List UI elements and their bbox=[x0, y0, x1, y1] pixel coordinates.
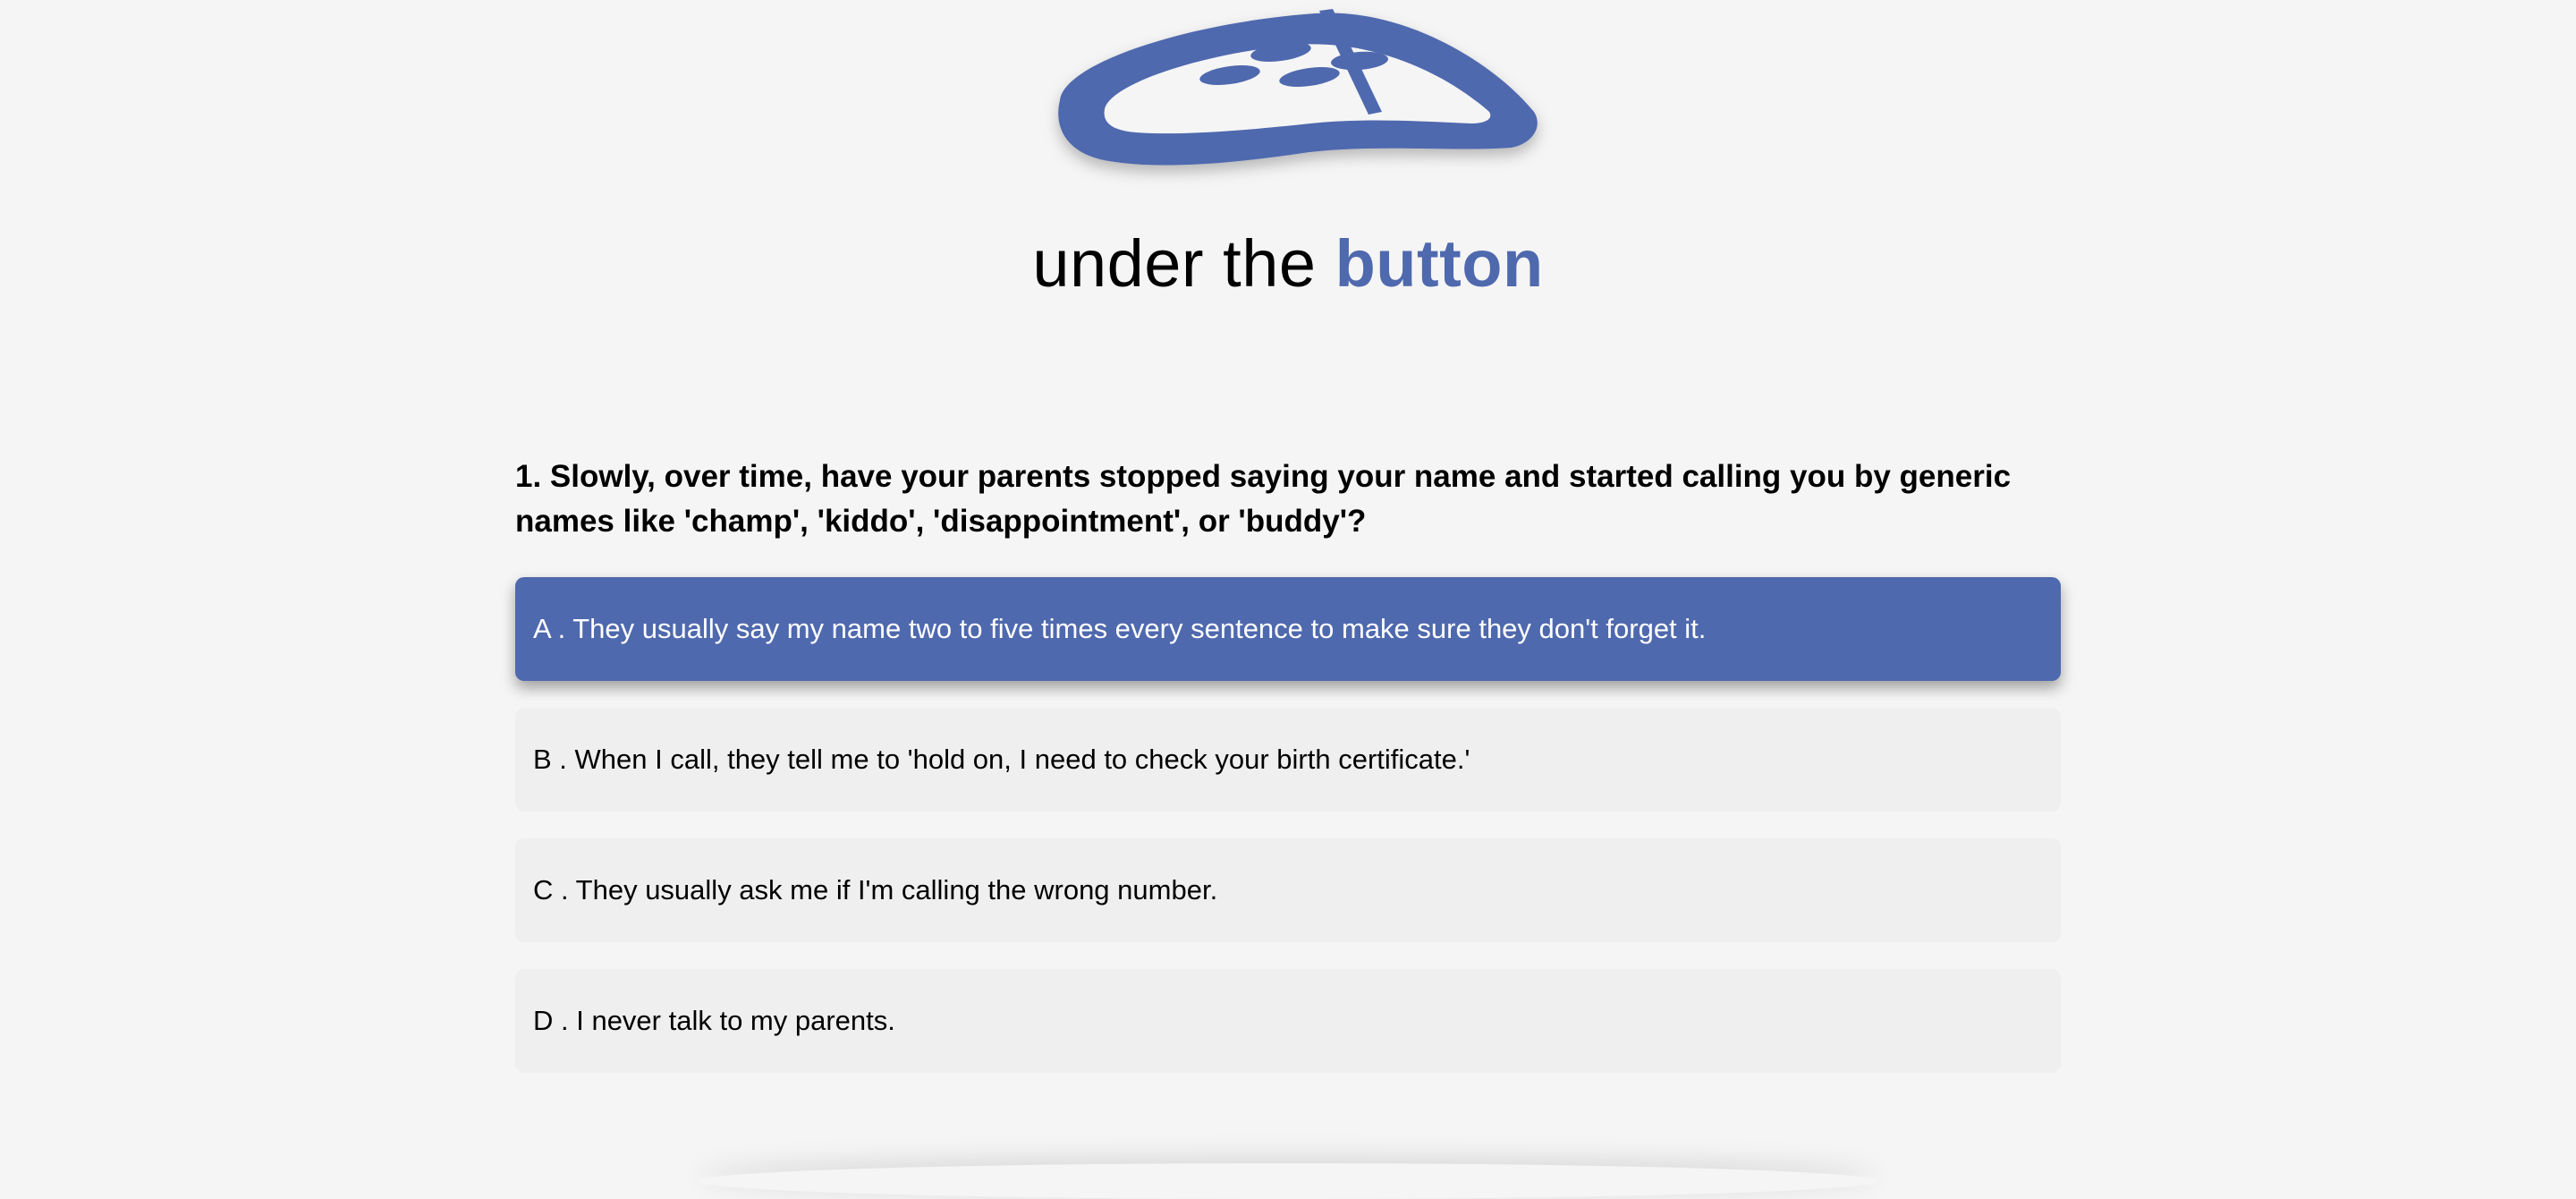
bottom-panel-edge bbox=[698, 1163, 1878, 1199]
answer-option-b[interactable]: B . When I call, they tell me to 'hold o… bbox=[515, 708, 2061, 812]
answer-option-label: A . They usually say my name two to five… bbox=[533, 613, 1707, 644]
question-text: 1. Slowly, over time, have your parents … bbox=[515, 459, 2012, 539]
site-title-accent: button bbox=[1335, 226, 1544, 301]
quiz-section: 1. Slowly, over time, have your parents … bbox=[515, 455, 2061, 1100]
site-logo[interactable] bbox=[1029, 0, 1547, 179]
answer-option-label: C . They usually ask me if I'm calling t… bbox=[533, 874, 1218, 906]
site-title-prefix: under the bbox=[1032, 226, 1335, 301]
answer-option-a[interactable]: A . They usually say my name two to five… bbox=[515, 577, 2061, 681]
answer-option-c[interactable]: C . They usually ask me if I'm calling t… bbox=[515, 838, 2061, 942]
game-controller-logo-icon bbox=[1058, 9, 1538, 166]
answer-option-d[interactable]: D . I never talk to my parents. bbox=[515, 969, 2061, 1073]
answer-option-label: D . I never talk to my parents. bbox=[533, 1005, 895, 1036]
site-title: under the button bbox=[0, 224, 2576, 304]
answer-option-label: B . When I call, they tell me to 'hold o… bbox=[533, 744, 1470, 775]
